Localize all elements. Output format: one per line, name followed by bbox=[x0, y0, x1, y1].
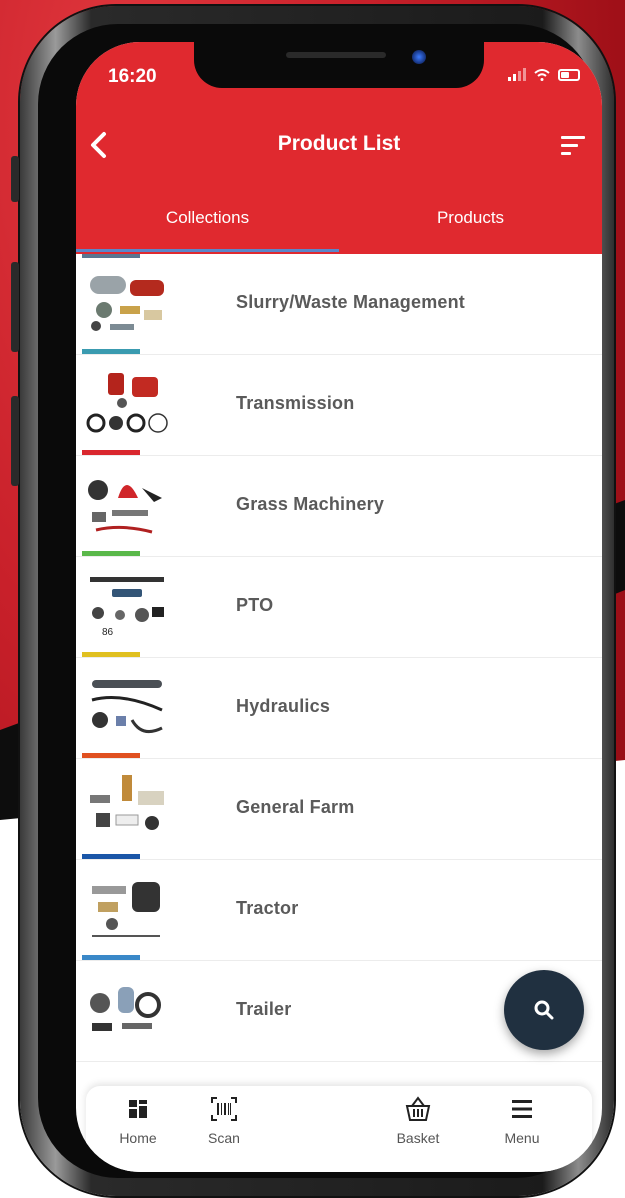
sort-filter-icon[interactable] bbox=[560, 134, 586, 156]
collection-label: Slurry/Waste Management bbox=[236, 292, 465, 312]
mute-switch bbox=[11, 156, 19, 202]
phone-frame: 16:20 Product List Collections Products … bbox=[11, 6, 614, 1196]
bottom-navigation: Home Scan Basket Menu bbox=[86, 1086, 592, 1172]
nav-menu[interactable]: Menu bbox=[482, 1094, 562, 1146]
battery-icon bbox=[558, 69, 580, 81]
list-item[interactable]: Tractor bbox=[76, 860, 602, 961]
collection-label: Transmission bbox=[236, 393, 355, 413]
list-item[interactable]: Transmission bbox=[76, 355, 602, 456]
basket-icon bbox=[405, 1096, 431, 1121]
hydraulics-products-thumbnail bbox=[91, 680, 163, 734]
nav-scan[interactable]: Scan bbox=[184, 1094, 264, 1146]
category-color-bar bbox=[82, 551, 140, 556]
active-tab-indicator bbox=[76, 249, 339, 252]
collection-label: PTO bbox=[236, 595, 274, 615]
nav-menu-label: Menu bbox=[504, 1130, 540, 1146]
category-color-bar bbox=[82, 349, 140, 354]
app-header: 16:20 Product List Collections Products bbox=[76, 42, 602, 254]
category-color-bar bbox=[82, 753, 140, 758]
collection-label: Trailer bbox=[236, 999, 292, 1019]
signal-icon bbox=[508, 68, 526, 81]
volume-up-button bbox=[11, 262, 19, 352]
barcode-scan-icon bbox=[211, 1097, 237, 1121]
list-item[interactable]: 86 PTO bbox=[76, 557, 602, 658]
nav-home-label: Home bbox=[119, 1130, 157, 1146]
tab-bar: Collections Products bbox=[76, 192, 602, 254]
home-grid-icon bbox=[129, 1100, 147, 1118]
collection-label: Grass Machinery bbox=[236, 494, 385, 514]
grass-machinery-products-thumbnail bbox=[88, 480, 162, 534]
list-item[interactable]: General Farm bbox=[76, 759, 602, 860]
wifi-icon bbox=[534, 69, 550, 81]
list-item[interactable]: Slurry/Waste Management bbox=[76, 254, 602, 355]
transmission-products-thumbnail bbox=[86, 373, 168, 433]
category-color-bar bbox=[82, 854, 140, 859]
collection-label: Tractor bbox=[236, 898, 299, 918]
search-icon bbox=[534, 1000, 554, 1020]
general-farm-products-thumbnail bbox=[90, 775, 164, 830]
notch bbox=[194, 42, 484, 88]
category-color-bar bbox=[82, 652, 140, 657]
svg-text:86: 86 bbox=[102, 627, 114, 638]
phone-screen: 16:20 Product List Collections Products … bbox=[76, 42, 602, 1172]
collection-label: General Farm bbox=[236, 797, 355, 817]
status-time: 16:20 bbox=[108, 66, 157, 87]
collection-label: Hydraulics bbox=[236, 696, 331, 716]
category-color-bar bbox=[82, 955, 140, 960]
nav-basket[interactable]: Basket bbox=[378, 1094, 458, 1146]
nav-home[interactable]: Home bbox=[98, 1094, 178, 1146]
tab-collections[interactable]: Collections bbox=[76, 192, 339, 254]
nav-scan-label: Scan bbox=[208, 1130, 240, 1146]
hamburger-menu-icon bbox=[512, 1100, 532, 1118]
front-camera bbox=[412, 50, 426, 64]
slurry-products-thumbnail bbox=[90, 276, 164, 331]
pto-products-thumbnail: 86 bbox=[90, 577, 164, 638]
list-item[interactable]: Hydraulics bbox=[76, 658, 602, 759]
tab-products[interactable]: Products bbox=[339, 192, 602, 254]
page-title: Product List bbox=[277, 132, 401, 155]
status-icons bbox=[508, 68, 580, 81]
category-color-bar bbox=[82, 450, 140, 455]
volume-down-button bbox=[11, 396, 19, 486]
trailer-products-thumbnail bbox=[90, 987, 161, 1031]
search-fab-button[interactable] bbox=[504, 970, 584, 1050]
nav-basket-label: Basket bbox=[396, 1130, 440, 1146]
list-item[interactable]: Grass Machinery bbox=[76, 456, 602, 557]
speaker bbox=[286, 52, 386, 58]
collection-list: Slurry/Waste Management Transmission Gra… bbox=[76, 254, 602, 1062]
tractor-products-thumbnail bbox=[92, 882, 160, 937]
